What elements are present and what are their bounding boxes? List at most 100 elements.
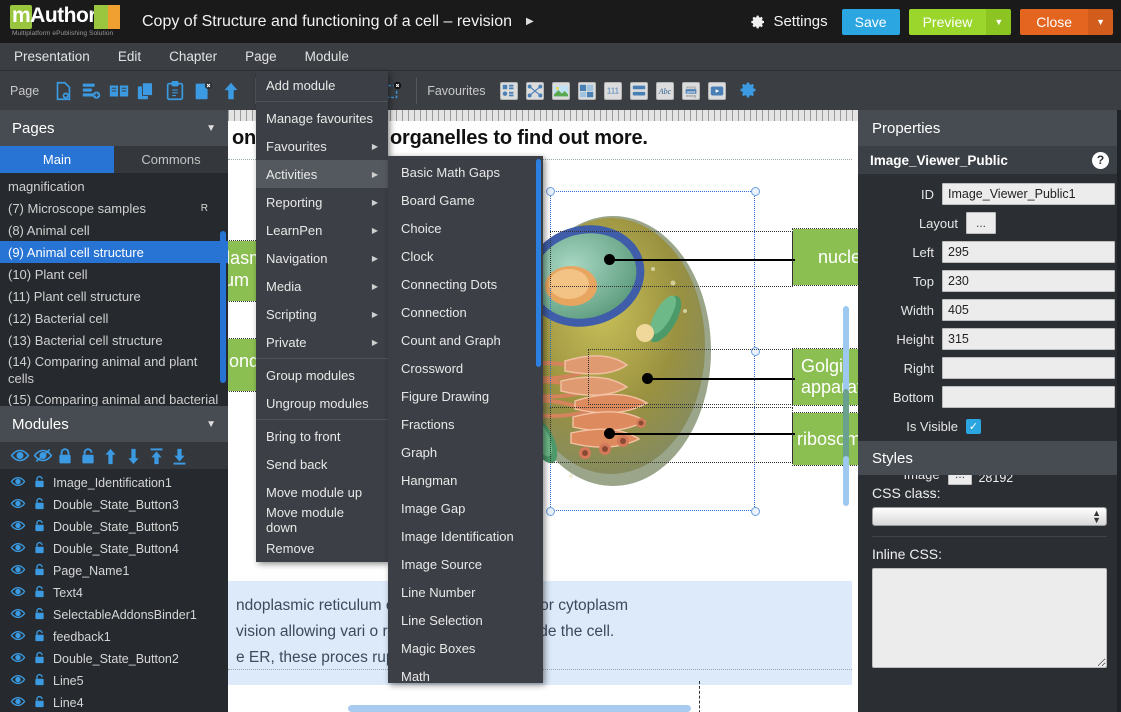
selection-handle-tr[interactable] [751, 187, 760, 196]
submenu-item-line-number[interactable]: Line Number [388, 578, 543, 606]
menu-item-scripting[interactable]: Scripting ▶ [256, 300, 388, 328]
module-dropdown-menu[interactable]: Add module Manage favourites Favourites ▶… [256, 71, 388, 562]
eye-show-icon[interactable] [10, 541, 26, 557]
module-list-item[interactable]: Image_Identification1 [0, 472, 228, 494]
unlock-icon[interactable] [33, 673, 46, 690]
module-list-item[interactable]: Double_State_Button4 [0, 538, 228, 560]
top-input[interactable] [942, 270, 1115, 292]
submenu-item-connection[interactable]: Connection [388, 298, 543, 326]
page-list-item[interactable]: (8) Animal cell [0, 219, 228, 241]
modules-panel-header[interactable]: Modules ▼ [0, 406, 228, 442]
page-list-item[interactable]: (13) Bacterial cell structure [0, 329, 228, 351]
image-identification-icon[interactable] [577, 81, 596, 100]
settings-button[interactable]: Settings [750, 13, 828, 30]
submenu-item-magic-boxes[interactable]: Magic Boxes [388, 634, 543, 662]
lock-icon[interactable] [56, 447, 76, 465]
modules-list[interactable]: Image_Identification1 Double_State_Butto… [0, 469, 228, 712]
layout-button[interactable]: ... [966, 212, 996, 234]
submenu-item-image-source[interactable]: Image Source [388, 550, 543, 578]
css-class-select[interactable]: ▲ ▼ [872, 507, 1107, 526]
page-list-item[interactable]: (10) Plant cell [0, 263, 228, 285]
inline-css-textarea[interactable] [872, 568, 1107, 668]
page-list-item[interactable]: (7) Microscope samples R [0, 197, 228, 219]
move-up-icon[interactable] [102, 447, 122, 465]
wrong-good-icon[interactable]: wrong good wrong [681, 81, 700, 100]
page-list-item[interactable]: (12) Bacterial cell [0, 307, 228, 329]
page-list-item[interactable]: (11) Plant cell structure [0, 285, 228, 307]
submenu-scrollbar[interactable] [536, 159, 541, 367]
toolbar-settings-gear-icon[interactable] [738, 80, 760, 102]
menu-item-remove[interactable]: Remove [256, 534, 388, 562]
unlock-icon[interactable] [33, 519, 46, 536]
copy-page-icon[interactable] [136, 80, 158, 102]
connecting-dots-icon[interactable] [525, 81, 544, 100]
page-list-item[interactable]: magnification [0, 175, 228, 197]
activities-submenu[interactable]: Basic Math Gaps Board Game Choice Clock … [388, 156, 543, 683]
unlock-icon[interactable] [33, 585, 46, 602]
module-list-item[interactable]: Page_Name1 [0, 560, 228, 582]
submenu-item-line-selection[interactable]: Line Selection [388, 606, 543, 634]
menu-item-send-back[interactable]: Send back [256, 450, 388, 478]
submenu-item-connecting-dots[interactable]: Connecting Dots [388, 270, 543, 298]
selection-handle-tl[interactable] [546, 187, 555, 196]
submenu-item-clock[interactable]: Clock [388, 242, 543, 270]
module-list-item[interactable]: SelectableAddonsBinder1 [0, 604, 228, 626]
submenu-item-count-and-graph[interactable]: Count and Graph [388, 326, 543, 354]
chevron-down-icon[interactable]: ▼ [206, 419, 216, 430]
tab-main[interactable]: Main [0, 146, 114, 173]
submenu-item-hangman[interactable]: Hangman [388, 466, 543, 494]
help-icon[interactable]: ? [1092, 151, 1109, 169]
eye-show-icon[interactable] [10, 585, 26, 601]
save-button[interactable]: Save [841, 8, 900, 35]
preview-dropdown-caret-icon[interactable]: ▼ [986, 8, 1012, 35]
eye-hide-icon[interactable] [33, 447, 53, 465]
submenu-item-fractions[interactable]: Fractions [388, 410, 543, 438]
menu-item-manage-favourites[interactable]: Manage favourites [256, 104, 388, 132]
canvas-horizontal-scrollbar[interactable] [348, 705, 691, 712]
preview-button[interactable]: Preview [908, 8, 987, 35]
youtube-icon[interactable] [707, 81, 726, 100]
delete-page-icon[interactable] [192, 80, 214, 102]
submenu-item-crossword[interactable]: Crossword [388, 354, 543, 382]
add-chapter-icon[interactable] [80, 80, 102, 102]
eye-show-icon[interactable] [10, 475, 26, 491]
submenu-item-board-game[interactable]: Board Game [388, 186, 543, 214]
left-input[interactable] [942, 241, 1115, 263]
unlock-icon[interactable] [33, 651, 46, 668]
chevron-down-icon[interactable]: ▼ [206, 123, 216, 134]
unlock-icon[interactable] [33, 563, 46, 580]
menu-edit[interactable]: Edit [118, 49, 141, 64]
unlock-icon[interactable] [33, 541, 46, 558]
paste-page-icon[interactable] [164, 80, 186, 102]
move-down-icon[interactable] [125, 447, 145, 465]
module-list-item[interactable]: Double_State_Button3 [0, 494, 228, 516]
unlock-icon[interactable] [33, 475, 46, 492]
module-list-item[interactable]: Text4 [0, 582, 228, 604]
line-number-icon[interactable]: 111 [603, 81, 622, 100]
submenu-item-image-gap[interactable]: Image Gap [388, 494, 543, 522]
unlock-icon[interactable] [79, 447, 99, 465]
pages-list[interactable]: magnification (7) Microscope samples R (8… [0, 173, 228, 406]
eye-show-icon[interactable] [10, 673, 26, 689]
module-list-item[interactable]: feedback1 [0, 626, 228, 648]
eye-show-icon[interactable] [10, 497, 26, 513]
menu-chapter[interactable]: Chapter [169, 49, 217, 64]
selection-handle-bl[interactable] [546, 507, 555, 516]
menu-item-media[interactable]: Media ▶ [256, 272, 388, 300]
page-list-item-selected[interactable]: (9) Animal cell structure [0, 241, 228, 263]
move-to-bottom-icon[interactable] [171, 447, 191, 465]
module-list-item[interactable]: Line5 [0, 670, 228, 692]
image-icon[interactable] [551, 81, 570, 100]
id-input[interactable] [942, 183, 1115, 205]
title-expand-arrow-icon[interactable]: ▶ [526, 16, 534, 27]
eye-show-icon[interactable] [10, 651, 26, 667]
menu-item-move-module-up[interactable]: Move module up [256, 478, 388, 506]
tab-commons[interactable]: Commons [114, 146, 228, 173]
close-dropdown-caret-icon[interactable]: ▼ [1088, 8, 1113, 35]
menu-item-favourites[interactable]: Favourites ▶ [256, 132, 388, 160]
submenu-item-choice[interactable]: Choice [388, 214, 543, 242]
unlock-icon[interactable] [33, 629, 46, 646]
table-icon[interactable] [629, 81, 648, 100]
properties-scrollbar[interactable] [1117, 110, 1121, 712]
add-page-icon[interactable] [52, 80, 74, 102]
